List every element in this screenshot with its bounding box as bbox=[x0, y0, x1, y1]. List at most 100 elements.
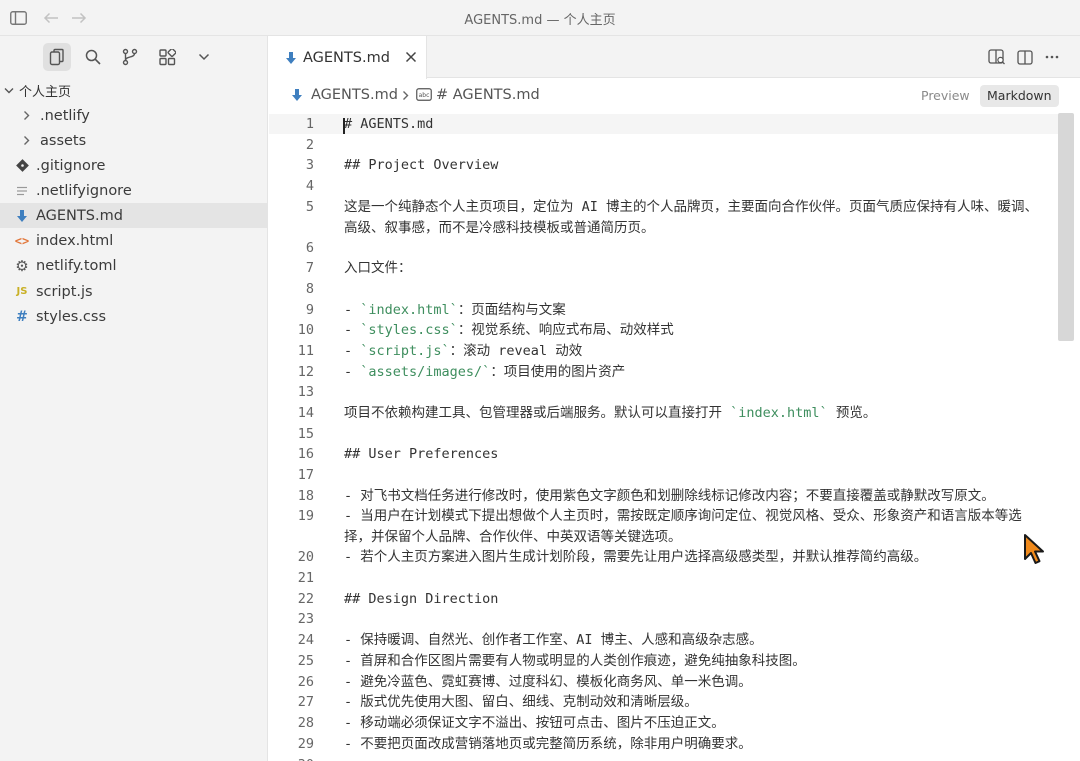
line-text: 项目不依赖构建工具、包管理器或后端服务。默认可以直接打开 `index.html… bbox=[344, 403, 1044, 424]
extensions-icon[interactable] bbox=[153, 43, 181, 71]
code-line[interactable]: 5 这是一个纯静态个人主页项目，定位为 AI 博主的个人品牌页，主要面向合作伙伴。… bbox=[269, 197, 1059, 237]
line-text: ## Project Overview bbox=[344, 157, 499, 173]
line-text-segment: ：项目使用的图片资产 bbox=[490, 364, 626, 380]
line-number: 24 bbox=[297, 632, 314, 648]
line-text-segment: 项目不依赖构建工具、包管理器或后端服务。默认可以直接打开 bbox=[344, 405, 731, 421]
chevron-right-icon bbox=[402, 90, 409, 101]
workspace-folder[interactable]: 个人主页 bbox=[0, 79, 268, 101]
tab-agents-md[interactable]: AGENTS.md bbox=[269, 36, 427, 79]
code-line[interactable]: 29 - 不要把页面改成营销落地页或完整简历系统，除非用户明确要求。 bbox=[269, 734, 1059, 754]
tree-item-label: styles.css bbox=[36, 308, 107, 325]
tab-bar: AGENTS.md bbox=[269, 36, 1080, 79]
code-line[interactable]: 6 bbox=[269, 238, 1059, 258]
line-number: 23 bbox=[297, 611, 314, 627]
breadcrumb-file[interactable]: AGENTS.md bbox=[311, 87, 398, 103]
tree-item-gitignore[interactable]: .gitignore bbox=[0, 153, 268, 178]
tree-item-index-html[interactable]: <> index.html bbox=[0, 228, 268, 253]
code-line[interactable]: 15 bbox=[269, 424, 1059, 444]
search-icon[interactable] bbox=[79, 43, 107, 71]
line-number: 21 bbox=[297, 570, 314, 586]
tree-item-assets[interactable]: assets bbox=[0, 128, 268, 153]
code-line[interactable]: 12 - `assets/images/`：项目使用的图片资产 bbox=[269, 362, 1059, 382]
inline-code: `index.html` bbox=[360, 302, 458, 318]
line-text: - 保持暖调、自然光、创作者工作室、AI 博主、人感和高级杂志感。 bbox=[344, 632, 763, 648]
line-text: - 首屏和合作区图片需要有人物或明显的人类创作痕迹，避免纯抽象科技图。 bbox=[344, 653, 806, 669]
line-text: 入口文件： bbox=[344, 260, 412, 276]
line-number: 15 bbox=[297, 426, 314, 442]
js-icon: JS bbox=[16, 286, 28, 297]
line-text: - 版式优先使用大图、留白、细线、克制动效和清晰层级。 bbox=[344, 694, 698, 710]
line-number: 30 bbox=[269, 757, 314, 761]
code-line[interactable]: 23 bbox=[269, 609, 1059, 629]
tree-item-netlify[interactable]: .netlify bbox=[0, 103, 268, 128]
code-line[interactable]: 28 - 移动端必须保证文字不溢出、按钮可点击、图片不压迫正文。 bbox=[269, 713, 1059, 733]
tree-item-script-js[interactable]: JS script.js bbox=[0, 279, 268, 304]
more-actions-icon[interactable] bbox=[1043, 48, 1061, 66]
line-number: 2 bbox=[305, 137, 314, 153]
tree-item-agents-md[interactable]: AGENTS.md bbox=[0, 203, 268, 228]
code-line[interactable]: 10 - `styles.css`：视觉系统、响应式布局、动效样式 bbox=[269, 320, 1059, 340]
open-preview-icon[interactable] bbox=[988, 48, 1006, 66]
chevron-down-icon[interactable] bbox=[190, 43, 218, 71]
code-line[interactable]: 25 - 首屏和合作区图片需要有人物或明显的人类创作痕迹，避免纯抽象科技图。 bbox=[269, 651, 1059, 671]
code-line[interactable]: 11 - `script.js`：滚动 reveal 动效 bbox=[269, 341, 1059, 361]
line-text: # AGENTS.md bbox=[344, 116, 434, 132]
source-control-icon[interactable] bbox=[116, 43, 144, 71]
inline-code: `script.js` bbox=[360, 343, 450, 359]
tree-item-netlifyignore[interactable]: .netlifyignore bbox=[0, 178, 268, 203]
line-number: 12 bbox=[297, 364, 314, 380]
code-line[interactable]: 26 - 避免冷蓝色、霓虹赛博、过度科幻、模板化商务风、单一米色调。 bbox=[269, 672, 1059, 692]
chevron-right-icon bbox=[18, 108, 34, 124]
code-line[interactable]: 13 bbox=[269, 382, 1059, 402]
line-text-segment: ：滚动 reveal 动效 bbox=[449, 343, 583, 359]
line-number: 14 bbox=[297, 405, 314, 421]
inline-code: `index.html` bbox=[730, 405, 828, 421]
code-line[interactable]: 21 bbox=[269, 568, 1059, 588]
tree-item-label: AGENTS.md bbox=[36, 207, 123, 224]
code-line[interactable]: 17 bbox=[269, 465, 1059, 485]
line-number: 13 bbox=[297, 384, 314, 400]
code-line[interactable]: 18 - 对飞书文档任务进行修改时，使用紫色文字颜色和划删除线标记修改内容；不要直… bbox=[269, 486, 1059, 506]
code-line[interactable]: 3 ## Project Overview bbox=[269, 155, 1059, 175]
line-text: ## User Preferences bbox=[344, 446, 499, 462]
line-text: 这是一个纯静态个人主页项目，定位为 AI 博主的个人品牌页，主要面向合作伙伴。页… bbox=[344, 199, 1039, 236]
text-symbol-icon: abc bbox=[416, 88, 432, 101]
code-line[interactable]: 14 项目不依赖构建工具、包管理器或后端服务。默认可以直接打开 `index.ht… bbox=[269, 403, 1059, 423]
css-icon: # bbox=[16, 308, 28, 325]
code-editor[interactable]: 1 # AGENTS.md 2 3 ## Project Overview 4 5 这是一个纯… bbox=[269, 112, 1080, 761]
files-icon[interactable] bbox=[43, 43, 71, 71]
code-line[interactable]: 9 - `index.html`：页面结构与文案 bbox=[269, 300, 1059, 320]
line-number: 18 bbox=[297, 488, 314, 504]
tree-item-netlify-toml[interactable]: ⚙ netlify.toml bbox=[0, 253, 268, 278]
editor-scrollbar[interactable] bbox=[1058, 113, 1074, 341]
line-number: 5 bbox=[305, 199, 314, 215]
split-editor-icon[interactable] bbox=[1016, 48, 1034, 66]
markdown-button[interactable]: Markdown bbox=[980, 85, 1059, 107]
code-line[interactable]: 30 bbox=[269, 755, 1059, 761]
code-line[interactable]: 27 - 版式优先使用大图、留白、细线、克制动效和清晰层级。 bbox=[269, 692, 1059, 712]
window-title: AGENTS.md — 个人主页 bbox=[464, 13, 616, 28]
line-number: 19 bbox=[297, 508, 314, 524]
code-line[interactable]: 1 # AGENTS.md bbox=[269, 114, 1059, 134]
line-number: 8 bbox=[305, 281, 314, 297]
line-text-segment: - bbox=[344, 364, 361, 380]
preview-button[interactable]: Preview bbox=[914, 85, 977, 107]
tree-item-styles-css[interactable]: # styles.css bbox=[0, 304, 268, 329]
breadcrumb-section[interactable]: # AGENTS.md bbox=[436, 87, 540, 103]
code-line[interactable]: 8 bbox=[269, 279, 1059, 299]
code-line[interactable]: 2 bbox=[269, 135, 1059, 155]
code-line[interactable]: 20 - 若个人主页方案进入图片生成计划阶段，需要先让用户选择高级感类型，并默认推… bbox=[269, 547, 1059, 567]
code-line[interactable]: 7 入口文件： bbox=[269, 258, 1059, 278]
breadcrumb: AGENTS.md abc # AGENTS.md Preview Markdo… bbox=[269, 79, 1080, 111]
code-line[interactable]: 4 bbox=[269, 176, 1059, 196]
close-icon[interactable] bbox=[403, 49, 419, 65]
code-line[interactable]: 16 ## User Preferences bbox=[269, 444, 1059, 464]
line-number: 28 bbox=[297, 715, 314, 731]
tree-item-label: .netlifyignore bbox=[36, 182, 132, 199]
title-bar: AGENTS.md — 个人主页 bbox=[0, 0, 1080, 36]
line-text: - `script.js`：滚动 reveal 动效 bbox=[344, 341, 1044, 362]
code-line[interactable]: 19 - 当用户在计划模式下提出想做个人主页时，需按既定顺序询问定位、视觉风格、受… bbox=[269, 506, 1059, 546]
code-line[interactable]: 24 - 保持暖调、自然光、创作者工作室、AI 博主、人感和高级杂志感。 bbox=[269, 630, 1059, 650]
code-line[interactable]: 22 ## Design Direction bbox=[269, 589, 1059, 609]
html-icon: <> bbox=[14, 233, 30, 248]
